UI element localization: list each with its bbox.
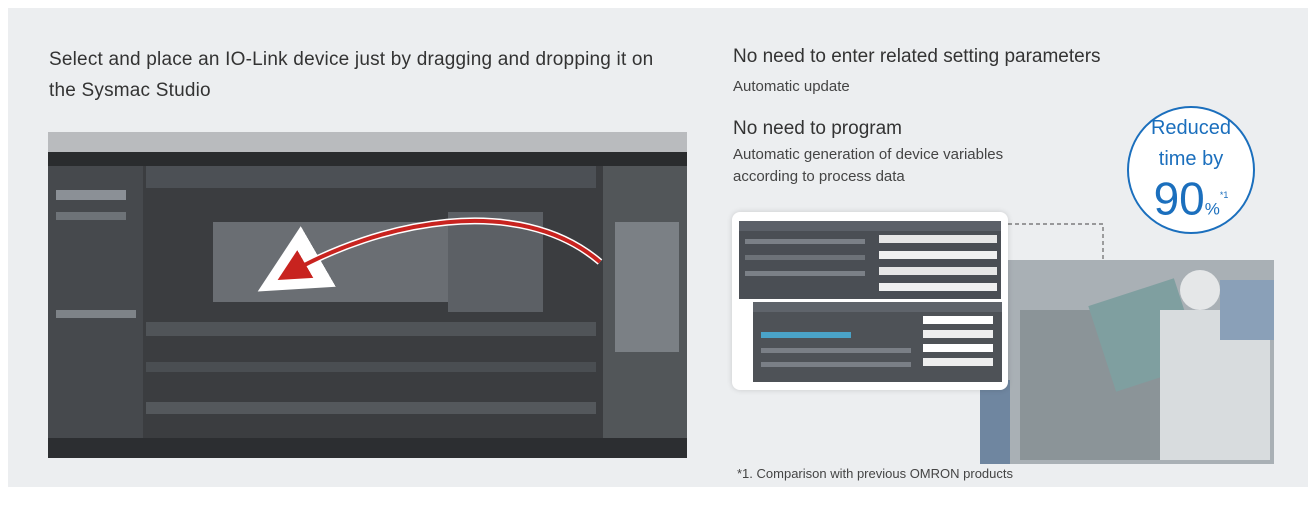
variable-list-screenshot — [753, 302, 1002, 382]
intro-text: Select and place an IO-Link device just … — [49, 49, 654, 101]
badge-value: 90 — [1153, 172, 1205, 225]
footnote: *1. Comparison with previous OMRON produ… — [737, 466, 1013, 481]
badge-value-line: 90%*1 — [1129, 170, 1253, 234]
feature2-subtitle: Automatic generation of device variables… — [733, 146, 1004, 185]
feature2-title: No need to program — [733, 118, 902, 139]
badge-note-ref: *1 — [1219, 190, 1229, 200]
feature1-title: No need to enter related setting paramet… — [733, 46, 1101, 67]
parameter-table-screenshot — [739, 221, 1001, 299]
sysmac-studio-screenshot — [48, 132, 687, 458]
badge-line1: Reduced — [1150, 117, 1232, 139]
reduction-badge: Reduced time by 90%*1 — [1127, 106, 1255, 234]
badge-line2: time by — [1158, 148, 1224, 170]
drag-arrow-icon — [257, 217, 603, 292]
device-variables-card — [732, 212, 1008, 390]
feature1-subtitle: Automatic update — [733, 78, 850, 95]
factory-worker-photo — [980, 260, 1274, 464]
badge-unit: % — [1204, 199, 1220, 219]
